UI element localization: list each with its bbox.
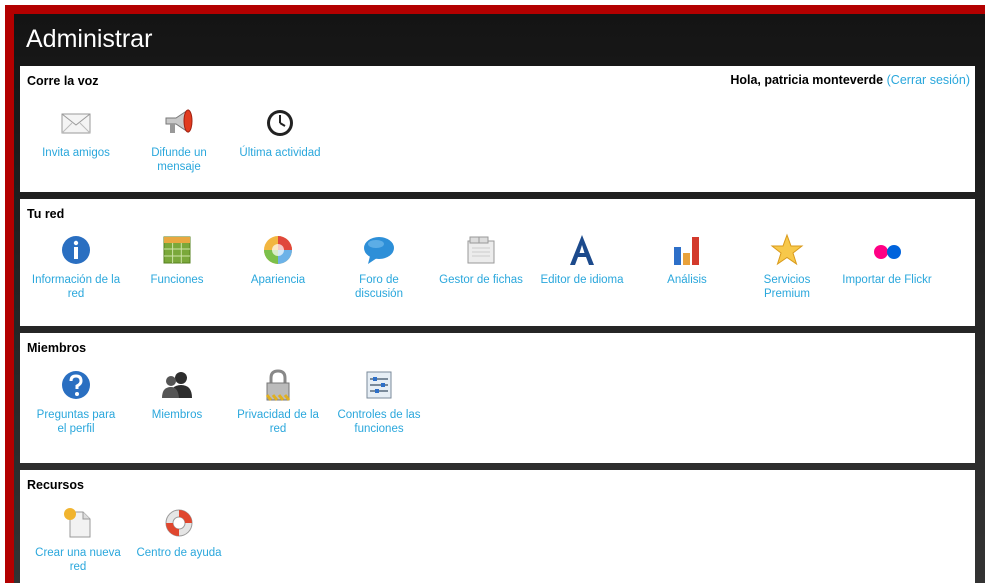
section-tu-red: Tu red Información de la red Funciones A… (20, 199, 975, 326)
envelope-icon (59, 106, 93, 140)
item-label: Importar de Flickr (842, 274, 932, 286)
color-wheel-icon (261, 233, 295, 267)
item-label: Privacidad de la red (237, 409, 319, 435)
flickr-icon (870, 233, 904, 267)
item-label: Difunde un mensaje (151, 147, 207, 173)
user-greeting: Hola, patricia monteverde (Cerrar sesión… (730, 73, 970, 87)
clock-icon (263, 106, 297, 140)
item-label: Información de la red (31, 274, 121, 300)
item-label: Preguntas para el perfil (36, 409, 116, 435)
item-servicios-premium[interactable]: Servicios Premium (742, 233, 832, 301)
item-centro-ayuda[interactable]: Centro de ayuda (134, 506, 224, 560)
item-label: Centro de ayuda (136, 547, 222, 559)
sliders-icon (362, 368, 396, 402)
section-title: Tu red (27, 207, 65, 221)
item-funciones[interactable]: Funciones (132, 233, 222, 287)
item-apariencia[interactable]: Apariencia (233, 233, 323, 287)
section-title: Recursos (27, 478, 84, 492)
item-controles-funciones[interactable]: Controles de las funciones (334, 368, 424, 436)
item-analisis[interactable]: Análisis (642, 233, 732, 287)
item-label: Controles de las funciones (337, 409, 421, 435)
lifebuoy-icon (162, 506, 196, 540)
item-label: Miembros (151, 409, 203, 421)
greeting-text: Hola, patricia monteverde (730, 73, 884, 87)
members-icon (160, 368, 194, 402)
item-label: Servicios Premium (763, 274, 811, 300)
page-title: Administrar (26, 25, 153, 53)
item-label: Funciones (150, 274, 204, 286)
padlock-icon (261, 368, 295, 402)
tabs-icon (464, 233, 498, 267)
section-corre-la-voz: Corre la voz Hola, patricia monteverde (… (20, 66, 975, 192)
item-label: Gestor de fichas (439, 274, 523, 286)
question-icon (59, 368, 93, 402)
bar-chart-icon (670, 233, 704, 267)
item-invita-amigos[interactable]: Invita amigos (31, 106, 121, 160)
item-crear-red[interactable]: Crear una nueva red (33, 506, 123, 574)
grid-icon (160, 233, 194, 267)
item-informacion-red[interactable]: Información de la red (31, 233, 121, 301)
item-preguntas-perfil[interactable]: Preguntas para el perfil (31, 368, 121, 436)
paren-close: ) (965, 73, 970, 87)
logout-link[interactable]: Cerrar sesión (891, 73, 966, 87)
item-label: Editor de idioma (540, 274, 624, 286)
speech-bubble-icon (362, 233, 396, 267)
item-foro-discusion[interactable]: Foro de discusión (334, 233, 424, 301)
item-editor-idioma[interactable]: Editor de idioma (537, 233, 627, 287)
megaphone-icon (162, 106, 196, 140)
item-label: Análisis (667, 274, 707, 286)
section-recursos: Recursos Crear una nueva red Centro de a… (20, 470, 975, 583)
item-label: Apariencia (250, 274, 306, 286)
section-miembros: Miembros Preguntas para el perfil Miembr… (20, 333, 975, 463)
item-label: Invita amigos (42, 147, 110, 159)
item-difunde-mensaje[interactable]: Difunde un mensaje (134, 106, 224, 174)
letter-a-icon (565, 233, 599, 267)
item-gestor-fichas[interactable]: Gestor de fichas (436, 233, 526, 287)
section-title: Miembros (27, 341, 87, 355)
item-label: Foro de discusión (355, 274, 403, 300)
new-page-icon (61, 506, 95, 540)
item-miembros[interactable]: Miembros (132, 368, 222, 422)
item-label: Crear una nueva red (35, 547, 121, 573)
item-privacidad-red[interactable]: Privacidad de la red (233, 368, 323, 436)
section-title: Corre la voz (27, 74, 99, 88)
item-label: Última actividad (239, 147, 321, 159)
star-icon (770, 233, 804, 267)
item-ultima-actividad[interactable]: Última actividad (235, 106, 325, 160)
info-icon (59, 233, 93, 267)
item-importar-flickr[interactable]: Importar de Flickr (842, 233, 932, 287)
